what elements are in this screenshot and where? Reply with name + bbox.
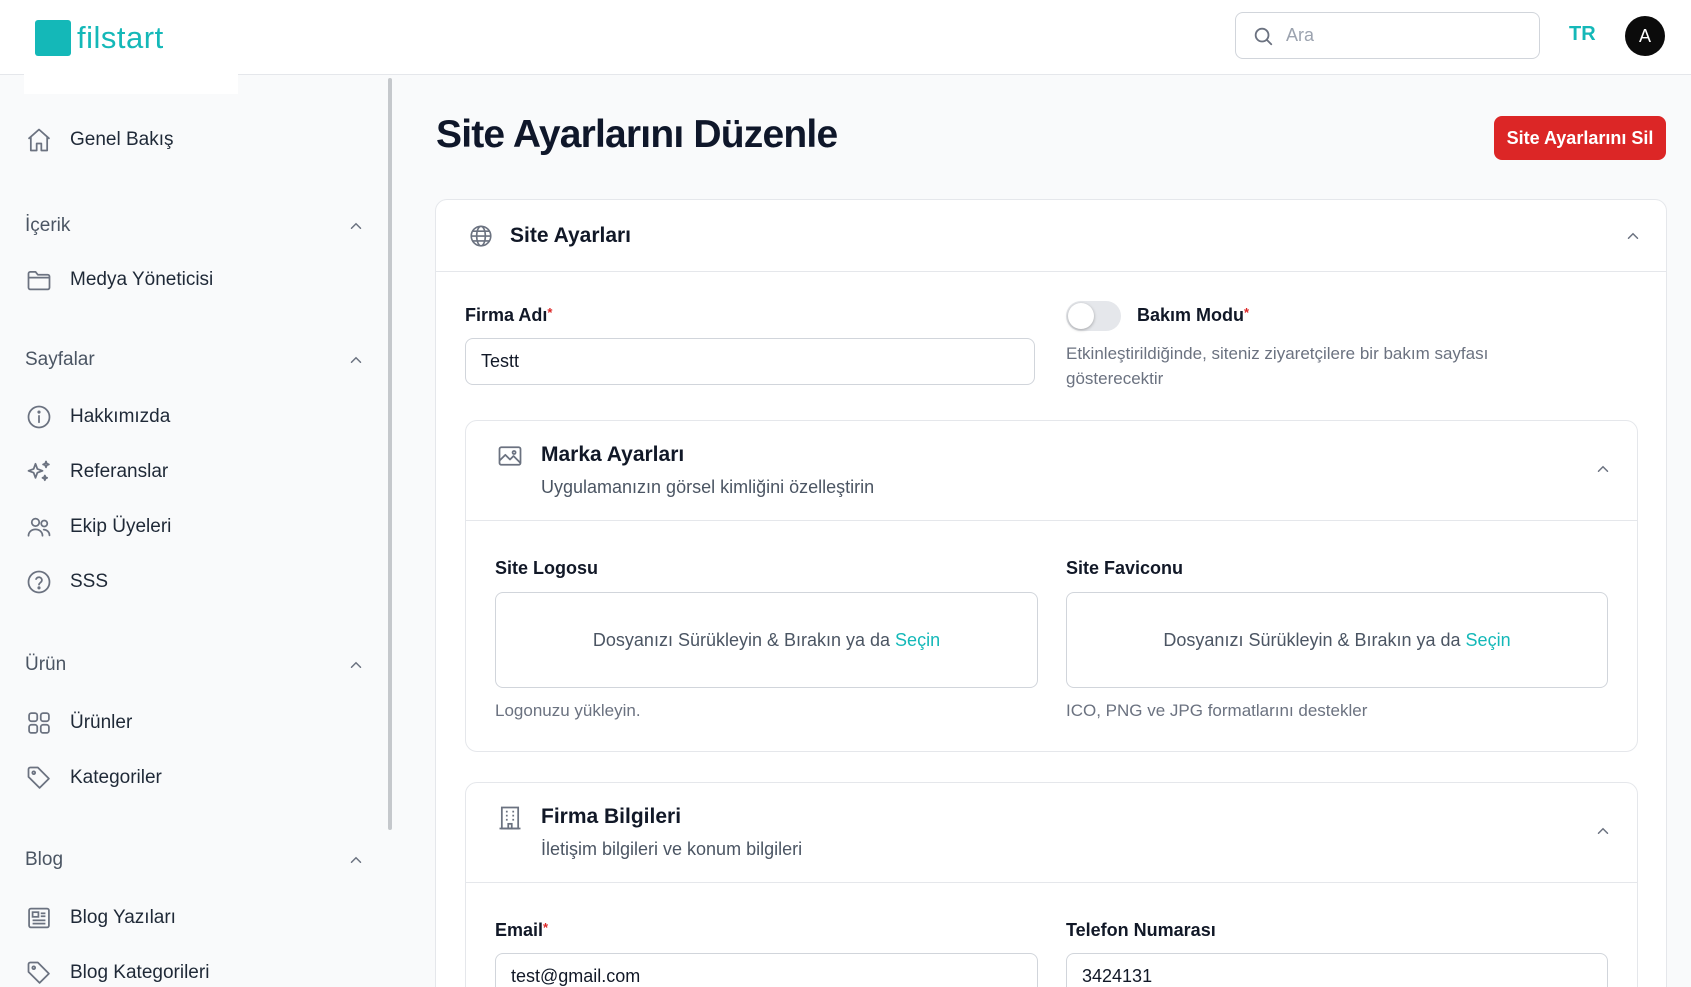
email-label: Email* xyxy=(495,920,549,940)
logo-mark-icon xyxy=(35,20,71,56)
image-icon xyxy=(498,446,522,466)
sidebar-group-pages[interactable]: Sayfalar xyxy=(25,349,365,371)
section-title: Site Ayarları xyxy=(510,223,632,247)
sidebar-group-label: Blog xyxy=(25,849,64,870)
page-title: Site Ayarlarını Düzenle xyxy=(436,113,838,156)
logo-dropzone[interactable]: Dosyanızı Sürükleyin & Bırakın ya da Seçi… xyxy=(495,592,1038,688)
sidebar-scrollbar[interactable] xyxy=(388,78,392,830)
sidebar-item-label: Kategoriler xyxy=(70,767,162,788)
chevron-up-icon[interactable] xyxy=(1594,822,1612,840)
sidebar-item-blog-categories[interactable]: Blog Kategorileri xyxy=(25,959,209,987)
maintenance-toggle[interactable] xyxy=(1066,301,1121,331)
sidebar-item-references[interactable]: Referanslar xyxy=(25,458,168,486)
phone-input[interactable] xyxy=(1082,966,1607,987)
sidebar-group-label: Ürün xyxy=(25,654,67,675)
users-icon xyxy=(25,513,53,541)
chevron-up-icon xyxy=(350,856,362,863)
company-name-label: Firma Adı* xyxy=(465,305,553,325)
logo[interactable]: filstart xyxy=(35,20,164,56)
required-marker: * xyxy=(543,920,549,935)
phone-label: Telefon Numarası xyxy=(1066,920,1216,940)
sidebar-item-label: Blog Yazıları xyxy=(70,907,176,928)
newspaper-icon xyxy=(25,904,53,932)
company-name-field[interactable] xyxy=(465,338,1035,385)
site-favicon-label: Site Faviconu xyxy=(1066,558,1184,578)
tag-icon xyxy=(25,764,53,792)
toggle-knob xyxy=(1068,303,1094,329)
required-marker: * xyxy=(547,305,553,320)
building-icon xyxy=(499,806,521,830)
dropzone-text: Dosyanızı Sürükleyin & Bırakın ya da xyxy=(1163,629,1461,650)
phone-field[interactable] xyxy=(1066,953,1608,987)
language-switcher[interactable]: TR xyxy=(1569,23,1596,46)
sidebar-item-products[interactable]: Ürünler xyxy=(25,709,132,737)
sidebar-group-content[interactable]: İçerik xyxy=(25,215,365,237)
brand-settings-card: Marka Ayarları Uygulamanızın görsel kiml… xyxy=(465,420,1638,752)
sidebar-item-categories[interactable]: Kategoriler xyxy=(25,764,162,792)
chevron-up-icon[interactable] xyxy=(1594,460,1612,478)
dropzone-text: Dosyanızı Sürükleyin & Bırakın ya da xyxy=(592,629,891,650)
sidebar-item-label: Ekip Üyeleri xyxy=(70,516,172,537)
grid-icon xyxy=(25,709,53,737)
sidebar-item-about[interactable]: Hakkımızda xyxy=(25,403,170,431)
top-bar: TR A xyxy=(0,0,1691,75)
globe-icon xyxy=(470,224,492,247)
sidebar-item-label: SSS xyxy=(70,571,109,592)
section-description: İletişim bilgileri ve konum bilgileri xyxy=(541,839,803,859)
favicon-dropzone[interactable]: Dosyanızı Sürükleyin & Bırakın ya da Seçi… xyxy=(1066,592,1608,688)
logo-help-text: Logonuzu yükleyin. xyxy=(495,701,641,720)
choose-file-link[interactable]: Seçin xyxy=(895,630,940,651)
maintenance-label: Bakım Modu* xyxy=(1137,305,1250,325)
home-icon xyxy=(25,126,53,154)
section-description: Uygulamanızın görsel kimliğini özelleşti… xyxy=(541,477,875,497)
search-box[interactable] xyxy=(1235,12,1540,59)
sidebar-item-media-manager[interactable]: Medya Yöneticisi xyxy=(25,266,213,294)
company-info-header[interactable]: Firma Bilgileri İletişim bilgileri ve ko… xyxy=(466,783,1637,883)
sidebar-item-label: Blog Kategorileri xyxy=(70,962,210,983)
search-icon xyxy=(1254,27,1273,45)
sidebar-item-faq[interactable]: SSS xyxy=(25,568,108,596)
sparkles-icon xyxy=(25,458,53,486)
delete-settings-button[interactable]: Site Ayarlarını Sil xyxy=(1494,116,1666,160)
site-settings-header[interactable]: Site Ayarları xyxy=(436,200,1666,272)
section-title: Firma Bilgileri xyxy=(541,805,682,828)
chevron-up-icon xyxy=(350,222,362,229)
search-input[interactable] xyxy=(1286,25,1526,46)
chevron-up-icon[interactable] xyxy=(1624,227,1642,245)
folder-icon xyxy=(25,266,53,294)
sidebar-group-product[interactable]: Ürün xyxy=(25,654,365,676)
tag-icon xyxy=(25,959,53,987)
chevron-up-icon xyxy=(350,356,362,363)
info-icon xyxy=(25,403,53,431)
email-input[interactable] xyxy=(511,966,1037,987)
maintenance-help-text: Etkinleştirildiğinde, siteniz ziyaretçil… xyxy=(1066,344,1489,388)
chevron-up-icon xyxy=(350,661,362,668)
sidebar-item-overview[interactable]: Genel Bakış xyxy=(25,126,174,154)
company-name-input[interactable] xyxy=(481,351,1034,372)
sidebar-item-label: Medya Yöneticisi xyxy=(70,269,214,290)
email-field[interactable] xyxy=(495,953,1038,987)
site-logo-label: Site Logosu xyxy=(495,558,598,578)
sidebar-item-team-members[interactable]: Ekip Üyeleri xyxy=(25,513,171,541)
sidebar-group-label: Sayfalar xyxy=(25,349,95,370)
favicon-help-text: ICO, PNG ve JPG formatlarını destekler xyxy=(1066,701,1368,720)
choose-file-link[interactable]: Seçin xyxy=(1466,630,1511,651)
sidebar-item-blog-posts[interactable]: Blog Yazıları xyxy=(25,904,176,932)
section-title: Marka Ayarları xyxy=(541,443,685,466)
sidebar-group-label: İçerik xyxy=(25,215,71,236)
sidebar-group-blog[interactable]: Blog xyxy=(25,849,365,871)
sidebar-item-label: Hakkımızda xyxy=(70,406,171,427)
sidebar-item-label: Ürünler xyxy=(70,712,133,733)
brand-settings-header[interactable]: Marka Ayarları Uygulamanızın görsel kiml… xyxy=(466,421,1637,521)
question-circle-icon xyxy=(25,568,53,596)
sidebar-item-label: Genel Bakış xyxy=(70,129,174,150)
required-marker: * xyxy=(1244,305,1250,320)
sidebar-item-label: Referanslar xyxy=(70,461,169,482)
avatar[interactable]: A xyxy=(1625,16,1665,56)
logo-text: filstart xyxy=(77,20,164,55)
